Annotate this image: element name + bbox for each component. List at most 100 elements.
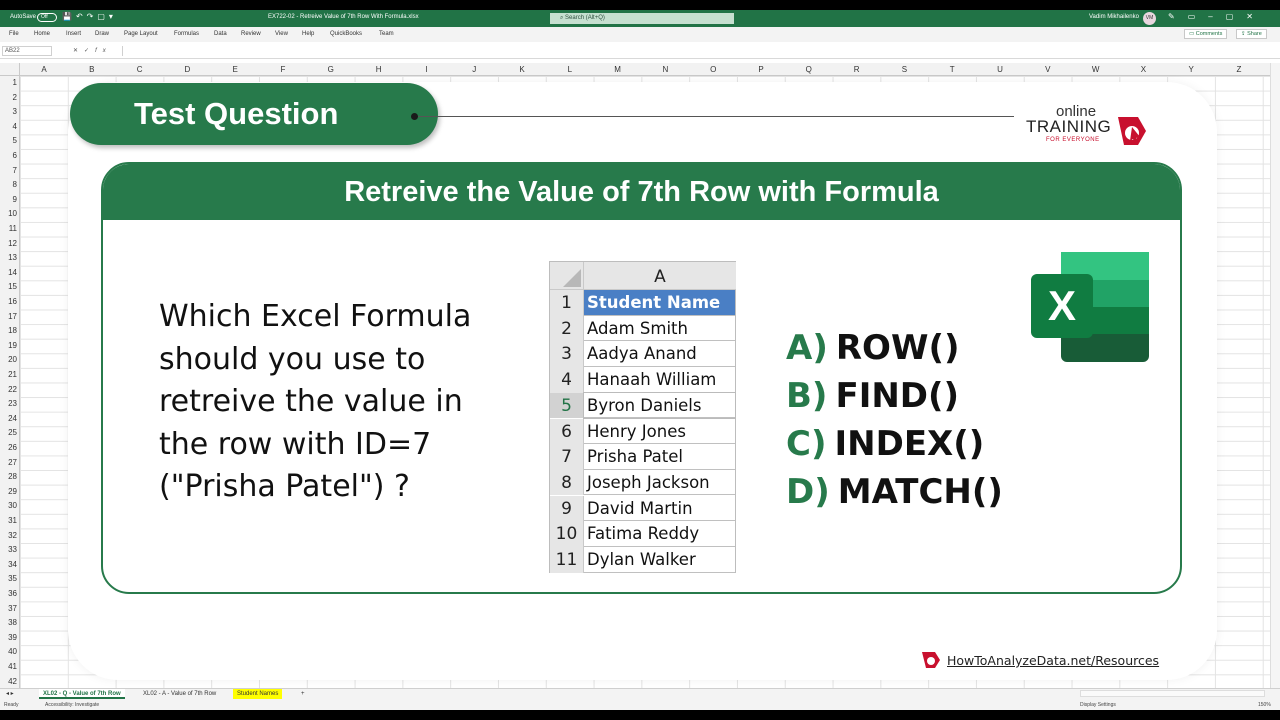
row-header[interactable]: 26 [0,443,17,452]
row-header[interactable]: 1 [0,78,17,87]
row-header[interactable]: 33 [0,545,17,554]
row-header[interactable]: 22 [0,385,17,394]
column-header[interactable]: U [976,65,1024,74]
row-header[interactable]: 41 [0,662,17,671]
menu-view[interactable]: View [275,31,288,37]
row-header[interactable]: 3 [0,107,17,116]
window-controls[interactable]: ✎▭–▢✕ [1168,12,1266,21]
menu-insert[interactable]: Insert [66,31,81,37]
column-header[interactable]: B [68,65,116,74]
column-header[interactable]: O [689,65,737,74]
column-header[interactable]: G [307,65,355,74]
zoom-level[interactable]: 150% [1258,702,1271,708]
column-header[interactable]: Q [785,65,833,74]
sheet-tab-a[interactable]: XL02 - A - Value of 7th Row [139,689,220,699]
row-header[interactable]: 36 [0,589,17,598]
display-settings[interactable]: Display Settings [1080,702,1116,708]
user-name[interactable]: Vadim Mikhailenko [1089,14,1139,20]
column-header[interactable]: K [498,65,546,74]
sheet-tab-student-names[interactable]: Student Names [233,689,283,699]
formula-input[interactable] [122,46,1272,56]
select-all-corner[interactable] [0,63,20,76]
column-header[interactable]: C [116,65,164,74]
fx-icon[interactable]: ✕✓fx [73,47,112,54]
menu-team[interactable]: Team [379,31,394,37]
row-header[interactable]: 25 [0,428,17,437]
resources-url[interactable]: HowToAnalyzeData.net/Resources [947,653,1159,668]
add-sheet-button[interactable]: + [297,689,309,699]
menu-help[interactable]: Help [302,31,314,37]
avatar[interactable]: VM [1143,12,1156,25]
row-header[interactable]: 31 [0,516,17,525]
column-header[interactable]: M [594,65,642,74]
menu-quickbooks[interactable]: QuickBooks [330,31,362,37]
horizontal-scrollbar[interactable] [1080,690,1265,697]
row-header[interactable]: 8 [0,180,17,189]
comments-button[interactable]: ▭ Comments [1184,29,1228,39]
column-header[interactable]: Y [1167,65,1215,74]
row-header[interactable]: 35 [0,574,17,583]
menu-page-layout[interactable]: Page Layout [124,31,158,37]
menu-file[interactable]: File [9,31,19,37]
row-header[interactable]: 40 [0,647,17,656]
row-header[interactable]: 17 [0,312,17,321]
column-header[interactable]: T [928,65,976,74]
row-header[interactable]: 19 [0,341,17,350]
row-header[interactable]: 12 [0,239,17,248]
share-button[interactable]: ⇪ Share [1236,29,1267,39]
row-header[interactable]: 29 [0,487,17,496]
column-header[interactable]: N [641,65,689,74]
search-box[interactable]: ⌕ Search (Alt+Q) [550,13,734,24]
column-header[interactable]: Z [1215,65,1263,74]
row-header[interactable]: 9 [0,195,17,204]
column-header[interactable]: F [259,65,307,74]
row-header[interactable]: 6 [0,151,17,160]
row-header[interactable]: 28 [0,472,17,481]
name-box[interactable]: AB22 [2,46,52,56]
row-header[interactable]: 27 [0,458,17,467]
column-header[interactable]: J [450,65,498,74]
row-header[interactable]: 20 [0,355,17,364]
menu-draw[interactable]: Draw [95,31,109,37]
row-header[interactable]: 7 [0,166,17,175]
row-header[interactable]: 10 [0,209,17,218]
column-header[interactable]: P [737,65,785,74]
menu-review[interactable]: Review [241,31,261,37]
row-header[interactable]: 5 [0,136,17,145]
row-header[interactable]: 15 [0,282,17,291]
column-header[interactable]: I [402,65,450,74]
row-header[interactable]: 4 [0,122,17,131]
column-header[interactable]: A [20,65,68,74]
column-header[interactable]: S [880,65,928,74]
column-header[interactable]: H [355,65,403,74]
menu-data[interactable]: Data [214,31,227,37]
column-header[interactable]: V [1024,65,1072,74]
menu-formulas[interactable]: Formulas [174,31,199,37]
row-header[interactable]: 18 [0,326,17,335]
row-header[interactable]: 30 [0,501,17,510]
row-header[interactable]: 11 [0,224,17,233]
quick-access-toolbar[interactable]: 💾↶↷▢▾ [62,12,117,21]
row-header[interactable]: 37 [0,604,17,613]
row-header[interactable]: 2 [0,93,17,102]
row-header[interactable]: 21 [0,370,17,379]
row-header[interactable]: 23 [0,399,17,408]
column-header[interactable]: D [163,65,211,74]
row-header[interactable]: 16 [0,297,17,306]
row-header[interactable]: 34 [0,560,17,569]
column-header[interactable]: W [1072,65,1120,74]
row-header[interactable]: 13 [0,253,17,262]
row-header[interactable]: 14 [0,268,17,277]
document-title[interactable]: EX722-02 - Retreive Value of 7th Row Wit… [268,14,419,20]
sheet-tab-q[interactable]: XL02 - Q - Value of 7th Row [39,689,125,699]
vertical-scrollbar[interactable] [1270,63,1280,699]
sheet-nav-arrows[interactable]: ◂ ▸ [2,689,18,699]
column-header[interactable]: R [833,65,881,74]
row-header[interactable]: 39 [0,633,17,642]
column-header[interactable]: E [211,65,259,74]
column-header[interactable]: X [1119,65,1167,74]
row-header[interactable]: 42 [0,677,17,686]
row-header[interactable]: 24 [0,414,17,423]
menu-home[interactable]: Home [34,31,50,37]
column-header[interactable]: L [546,65,594,74]
